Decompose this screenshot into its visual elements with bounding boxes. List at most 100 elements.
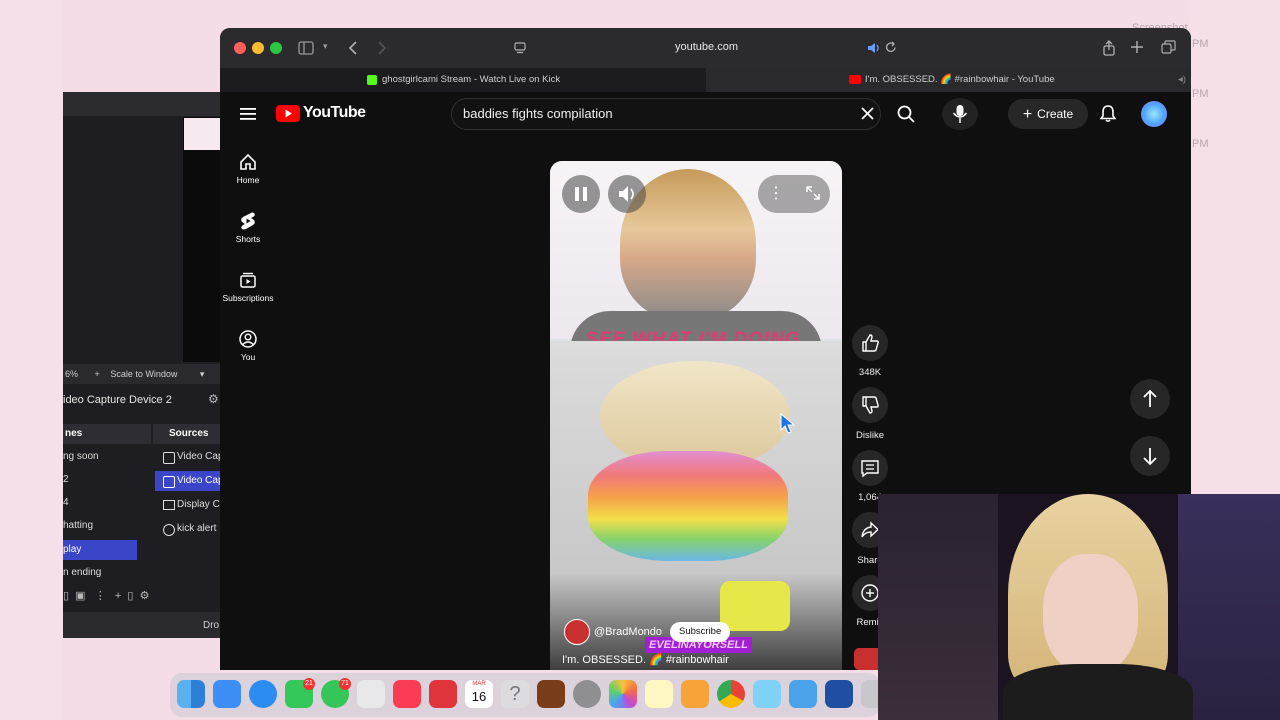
video-rainbow-hair (588, 451, 788, 561)
pause-icon (575, 187, 587, 201)
more-options-icon[interactable]: ⋮ (768, 183, 784, 203)
tab-overview-icon[interactable] (1161, 40, 1176, 54)
obs-bottom-bar (63, 612, 223, 638)
tab-youtube[interactable]: I'm. OBSESSED. 🌈 #rainbowhair - YouTube … (706, 68, 1191, 92)
webcam-background-right (1178, 494, 1280, 720)
nav-you[interactable]: You (220, 330, 276, 362)
finder-icon[interactable] (177, 680, 205, 708)
create-button[interactable]: + Create (1008, 99, 1088, 129)
scale-select[interactable]: Scale to Window (110, 369, 177, 379)
system-settings-icon[interactable] (573, 680, 601, 708)
zoom-window-button[interactable] (270, 42, 282, 54)
speaker-icon[interactable] (867, 42, 881, 54)
scene-item[interactable]: 2 (63, 470, 137, 490)
nav-label: Shorts (235, 234, 261, 244)
scene-item[interactable]: n ending (63, 563, 137, 583)
obs-zoom-bar[interactable]: 6% + Scale to Window ▾ (63, 364, 223, 384)
notes-icon[interactable] (645, 680, 673, 708)
photo-booth-icon[interactable] (357, 680, 385, 708)
subscriptions-icon (240, 272, 256, 288)
short-video-player[interactable]: SEE WHAT I'M DOING, ⋮ EVELINAYORSELL @Br… (550, 161, 842, 670)
microphone-icon (952, 105, 968, 123)
obs-titlebar (63, 92, 223, 116)
mail-icon[interactable] (213, 680, 241, 708)
volume-button[interactable] (608, 175, 646, 213)
address-bar[interactable]: youtube.com (675, 41, 765, 53)
home-icon (240, 153, 256, 170)
back-icon[interactable] (348, 41, 358, 55)
safari-icon[interactable] (249, 680, 277, 708)
tab-kick[interactable]: ghostgirlcami Stream - Watch Live on Kic… (220, 68, 705, 92)
chevron-down-icon[interactable]: ▾ (200, 369, 205, 379)
scenes-header: nes (63, 424, 151, 444)
chevron-down-icon[interactable]: ▾ (323, 41, 328, 52)
fullscreen-icon[interactable] (805, 185, 821, 201)
camera-icon (163, 476, 175, 488)
nav-shorts[interactable]: Shorts (220, 212, 276, 244)
channel-name[interactable]: @BradMondo (594, 626, 662, 638)
calendar-day: 16 (471, 689, 487, 704)
photos-icon[interactable] (609, 680, 637, 708)
share-icon[interactable] (1102, 40, 1116, 56)
nav-home[interactable]: Home (220, 153, 276, 185)
dislike-button[interactable] (852, 387, 888, 423)
display-icon (163, 500, 175, 510)
nav-subscriptions[interactable]: Subscriptions (220, 271, 276, 303)
webcam-background-left (878, 494, 998, 720)
sidebar-icon[interactable] (298, 41, 314, 55)
plus-icon[interactable]: + (95, 369, 100, 379)
close-window-button[interactable] (234, 42, 246, 54)
mute-icon[interactable]: ◂) (1178, 68, 1186, 92)
thumbs-up-icon (862, 334, 879, 352)
pages-icon[interactable] (681, 680, 709, 708)
voice-search-button[interactable] (942, 98, 978, 130)
photo-app-icon[interactable] (429, 680, 457, 708)
maps-icon[interactable] (753, 680, 781, 708)
calendar-month: MAR (472, 681, 486, 687)
nav-label: Home (236, 175, 260, 185)
youtube-logo-icon[interactable] (276, 105, 300, 122)
subscribe-button[interactable]: Subscribe (670, 622, 731, 642)
channel-avatar[interactable] (564, 619, 590, 645)
scene-item-selected[interactable]: play (63, 540, 137, 560)
youtube-logo-text[interactable]: YouTube (303, 104, 366, 122)
notifications-icon[interactable] (1100, 104, 1116, 123)
webcam-person-face (1043, 554, 1138, 674)
avatar[interactable] (1141, 101, 1167, 127)
scene-item[interactable]: 4 (63, 493, 137, 513)
arrow-up-icon (1143, 389, 1157, 407)
help-icon[interactable]: ? (501, 680, 529, 708)
pause-button[interactable] (562, 175, 600, 213)
facetime-badge: 21 (303, 678, 315, 690)
forward-icon[interactable] (377, 41, 387, 55)
like-button[interactable] (852, 325, 888, 361)
clear-search-icon[interactable] (861, 107, 874, 120)
music-icon[interactable] (393, 680, 421, 708)
instrument-app-icon[interactable] (537, 680, 565, 708)
scene-item[interactable]: hatting (63, 516, 137, 536)
search-input[interactable]: baddies fights compilation (463, 106, 613, 121)
word-icon[interactable] (825, 680, 853, 708)
minimize-window-button[interactable] (252, 42, 264, 54)
short-title[interactable]: I'm. OBSESSED. 🌈 #rainbowhair (562, 653, 729, 666)
desktop-left (0, 0, 63, 720)
mouse-cursor-icon (780, 413, 796, 434)
shorts-icon (241, 212, 255, 230)
comments-button[interactable] (852, 450, 888, 486)
reload-icon[interactable] (885, 41, 897, 54)
iphone-mirroring-icon[interactable] (789, 680, 817, 708)
dislike-label: Dislike (856, 430, 884, 441)
scene-item[interactable]: ng soon (63, 447, 137, 467)
menu-icon[interactable] (240, 107, 256, 121)
chrome-icon[interactable] (717, 680, 745, 708)
next-short-button[interactable] (1130, 436, 1170, 476)
search-icon[interactable] (897, 105, 915, 123)
calendar-icon[interactable]: MAR 16 (465, 680, 493, 708)
new-tab-icon[interactable] (1131, 41, 1143, 53)
gear-icon[interactable]: ⚙ (208, 392, 219, 406)
page-menu-icon[interactable] (514, 42, 526, 54)
previous-short-button[interactable] (1130, 379, 1170, 419)
you-icon (239, 330, 257, 348)
scene-toolbar[interactable]: ▯ ▣ ⋮ + ▯ ⚙ (63, 589, 149, 602)
desktop-right (1190, 0, 1280, 500)
